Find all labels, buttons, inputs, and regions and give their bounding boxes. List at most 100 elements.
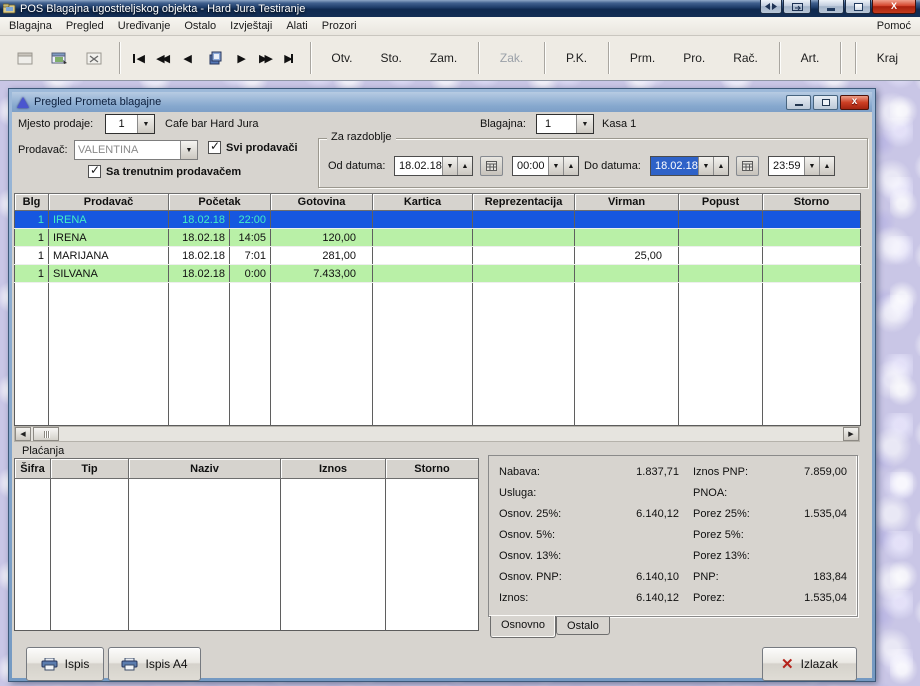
scrollbar-thumb[interactable] [33,427,59,441]
cell-virman: 25,00 [574,246,679,265]
do-datuma-field[interactable]: 18.02.18 ▼ ▲ [650,156,729,176]
col-pocetak[interactable]: Početak [167,193,272,211]
open-window-icon [51,52,68,64]
grid-row[interactable]: 1 IRENA 18.02.18 14:05 120,00 [14,228,861,247]
chevron-down-icon[interactable]: ▼ [698,157,713,175]
sto-button[interactable]: Sto. [369,45,414,71]
chevron-up-icon[interactable]: ▲ [457,157,472,175]
summary-value: 1.535,04 [804,508,847,520]
cell-prodavac: MARIJANA [48,246,169,265]
chevron-up-icon[interactable]: ▲ [819,157,834,175]
menu-alati[interactable]: Alati [279,18,314,34]
menu-pomoc[interactable]: Pomoć [870,18,918,34]
do-vrijeme-field[interactable]: 23:59 ▼ ▲ [768,156,835,176]
summary-label: PNOA: [693,487,728,499]
blagajna-combo[interactable]: 1 ▼ [536,114,594,134]
cell-popust [678,264,763,283]
tab-ostalo[interactable]: Ostalo [556,617,610,635]
grid-row[interactable]: 1 SILVANA 18.02.18 0:00 7.433,00 [14,264,861,283]
svi-prodavaci-checkbox[interactable]: ✓ Svi prodavači [208,139,298,154]
dialog-titlebar[interactable]: Pregled Prometa blagajne x [12,92,872,112]
chevron-down-icon[interactable]: ▼ [180,141,197,159]
first-icon [133,53,136,63]
od-vrijeme-field[interactable]: 00:00 ▼ ▲ [512,156,579,176]
col-popust[interactable]: Popust [678,193,764,211]
toolbar: ◀ ◀◀ ◀ ▶ ▶▶ ▶ Otv. Sto. Zam. Zak. P.K. P… [0,36,920,81]
summary-label: Iznos PNP: [693,466,749,478]
dialog-close-button[interactable]: x [840,94,869,110]
close-window-button[interactable] [80,43,109,73]
col-naziv[interactable]: Naziv [128,458,281,479]
placanja-table: Šifra Tip Naziv Iznos Storno [14,458,479,631]
col-storno[interactable]: Storno [762,193,862,211]
menu-uredivanje[interactable]: Uređivanje [111,18,178,34]
ispis-button[interactable]: Ispis [26,647,104,681]
refresh-button[interactable] [203,43,227,73]
chevron-up-icon[interactable]: ▲ [563,157,578,175]
chevron-down-icon[interactable]: ▼ [548,157,563,175]
rac-button[interactable]: Rač. [721,45,770,71]
col-gotovina[interactable]: Gotovina [270,193,374,211]
chevron-down-icon[interactable]: ▼ [804,157,819,175]
od-calendar-button[interactable] [480,156,503,176]
menu-blagajna[interactable]: Blagajna [2,18,59,34]
art-button[interactable]: Art. [789,45,832,71]
col-reprezentacija[interactable]: Reprezentacija [472,193,576,211]
last-record-button[interactable]: ▶ [278,43,302,73]
prm-button[interactable]: Prm. [618,45,667,71]
prodavac-combo[interactable]: VALENTINA ▼ [74,140,198,160]
kraj-button[interactable]: Kraj [865,45,910,71]
maximize-button[interactable] [845,0,871,14]
cell-datum: 18.02.18 [168,228,230,247]
fast-prev-button[interactable]: ◀◀ [151,43,175,73]
grid-hscrollbar[interactable]: ◀ ▶ [14,426,860,442]
col-sifra[interactable]: Šifra [14,458,51,479]
col-tip[interactable]: Tip [50,458,129,479]
col-blg[interactable]: Blg [14,193,49,211]
col-virman[interactable]: Virman [574,193,680,211]
prev-record-button[interactable]: ◀ [175,43,199,73]
chevron-down-icon[interactable]: ▼ [442,157,457,175]
cell-virman [574,228,679,247]
dialog-maximize-button[interactable] [813,94,838,110]
otv-button[interactable]: Otv. [319,45,364,71]
fast-next-button[interactable]: ▶▶ [254,43,278,73]
scroll-left-button[interactable]: ◀ [15,427,31,441]
grid-row[interactable]: 1 IRENA 18.02.18 22:00 [14,210,861,229]
menu-prozori[interactable]: Prozori [315,18,364,34]
ispis-a4-button[interactable]: Ispis A4 [108,647,201,681]
chevron-up-icon[interactable]: ▲ [713,157,728,175]
col-prodavac[interactable]: Prodavač [48,193,169,211]
menu-pregled[interactable]: Pregled [59,18,111,34]
col-iznos[interactable]: Iznos [280,458,386,479]
od-datuma-field[interactable]: 18.02.18 ▼ ▲ [394,156,473,176]
chevron-down-icon[interactable]: ▼ [137,115,154,133]
pro-button[interactable]: Pro. [671,45,717,71]
scroll-right-button[interactable]: ▶ [843,427,859,441]
mjesto-prodaje-combo[interactable]: 1 ▼ [105,114,155,134]
col-storno[interactable]: Storno [385,458,479,479]
cell-storno [762,264,861,283]
pk-button[interactable]: P.K. [554,45,599,71]
menu-izvjestaji[interactable]: Izvještaji [223,18,279,34]
minimize-button[interactable] [818,0,844,14]
window-icon [17,52,33,64]
first-record-button[interactable]: ◀ [126,43,150,73]
close-button[interactable]: X [872,0,916,14]
col-kartica[interactable]: Kartica [372,193,474,211]
dialog-minimize-button[interactable] [786,94,811,110]
tab-osnovno[interactable]: Osnovno [490,616,557,638]
do-calendar-button[interactable] [736,156,759,176]
restore-child-button[interactable] [783,0,811,14]
prev-window-button[interactable] [760,0,782,14]
chevron-down-icon[interactable]: ▼ [576,115,593,133]
sa-trenutnim-checkbox[interactable]: ✓ Sa trenutnim prodavačem [88,163,241,178]
window-button[interactable] [11,43,40,73]
open-window-button[interactable] [46,43,75,73]
zam-button[interactable]: Zam. [418,45,469,71]
next-record-button[interactable]: ▶ [229,43,253,73]
cell-gotovina: 281,00 [270,246,373,265]
menu-ostalo[interactable]: Ostalo [177,18,223,34]
izlazak-button[interactable]: ✕ Izlazak [762,647,857,681]
grid-row[interactable]: 1 MARIJANA 18.02.18 7:01 281,00 25,00 [14,246,861,265]
